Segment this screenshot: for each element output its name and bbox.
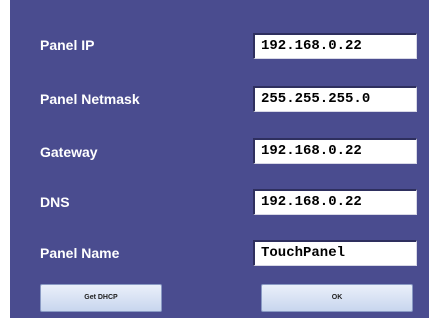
dns-field[interactable]: 192.168.0.22: [253, 189, 417, 215]
panel-ip-field[interactable]: 192.168.0.22: [253, 33, 417, 59]
panel-name-field[interactable]: TouchPanel: [253, 240, 417, 266]
gateway-label: Gateway: [40, 144, 98, 160]
get-dhcp-button[interactable]: Get DHCP: [40, 284, 162, 312]
network-settings-window: Panel IP 192.168.0.22 Panel Netmask 255.…: [0, 0, 439, 318]
settings-panel: Panel IP 192.168.0.22 Panel Netmask 255.…: [10, 0, 429, 318]
panel-name-label: Panel Name: [40, 245, 120, 261]
panel-ip-label: Panel IP: [40, 37, 95, 53]
panel-netmask-label: Panel Netmask: [40, 91, 140, 107]
ok-button[interactable]: OK: [261, 284, 413, 312]
gateway-field[interactable]: 192.168.0.22: [253, 138, 417, 164]
panel-netmask-field[interactable]: 255.255.255.0: [253, 86, 417, 112]
dns-label: DNS: [40, 194, 70, 210]
